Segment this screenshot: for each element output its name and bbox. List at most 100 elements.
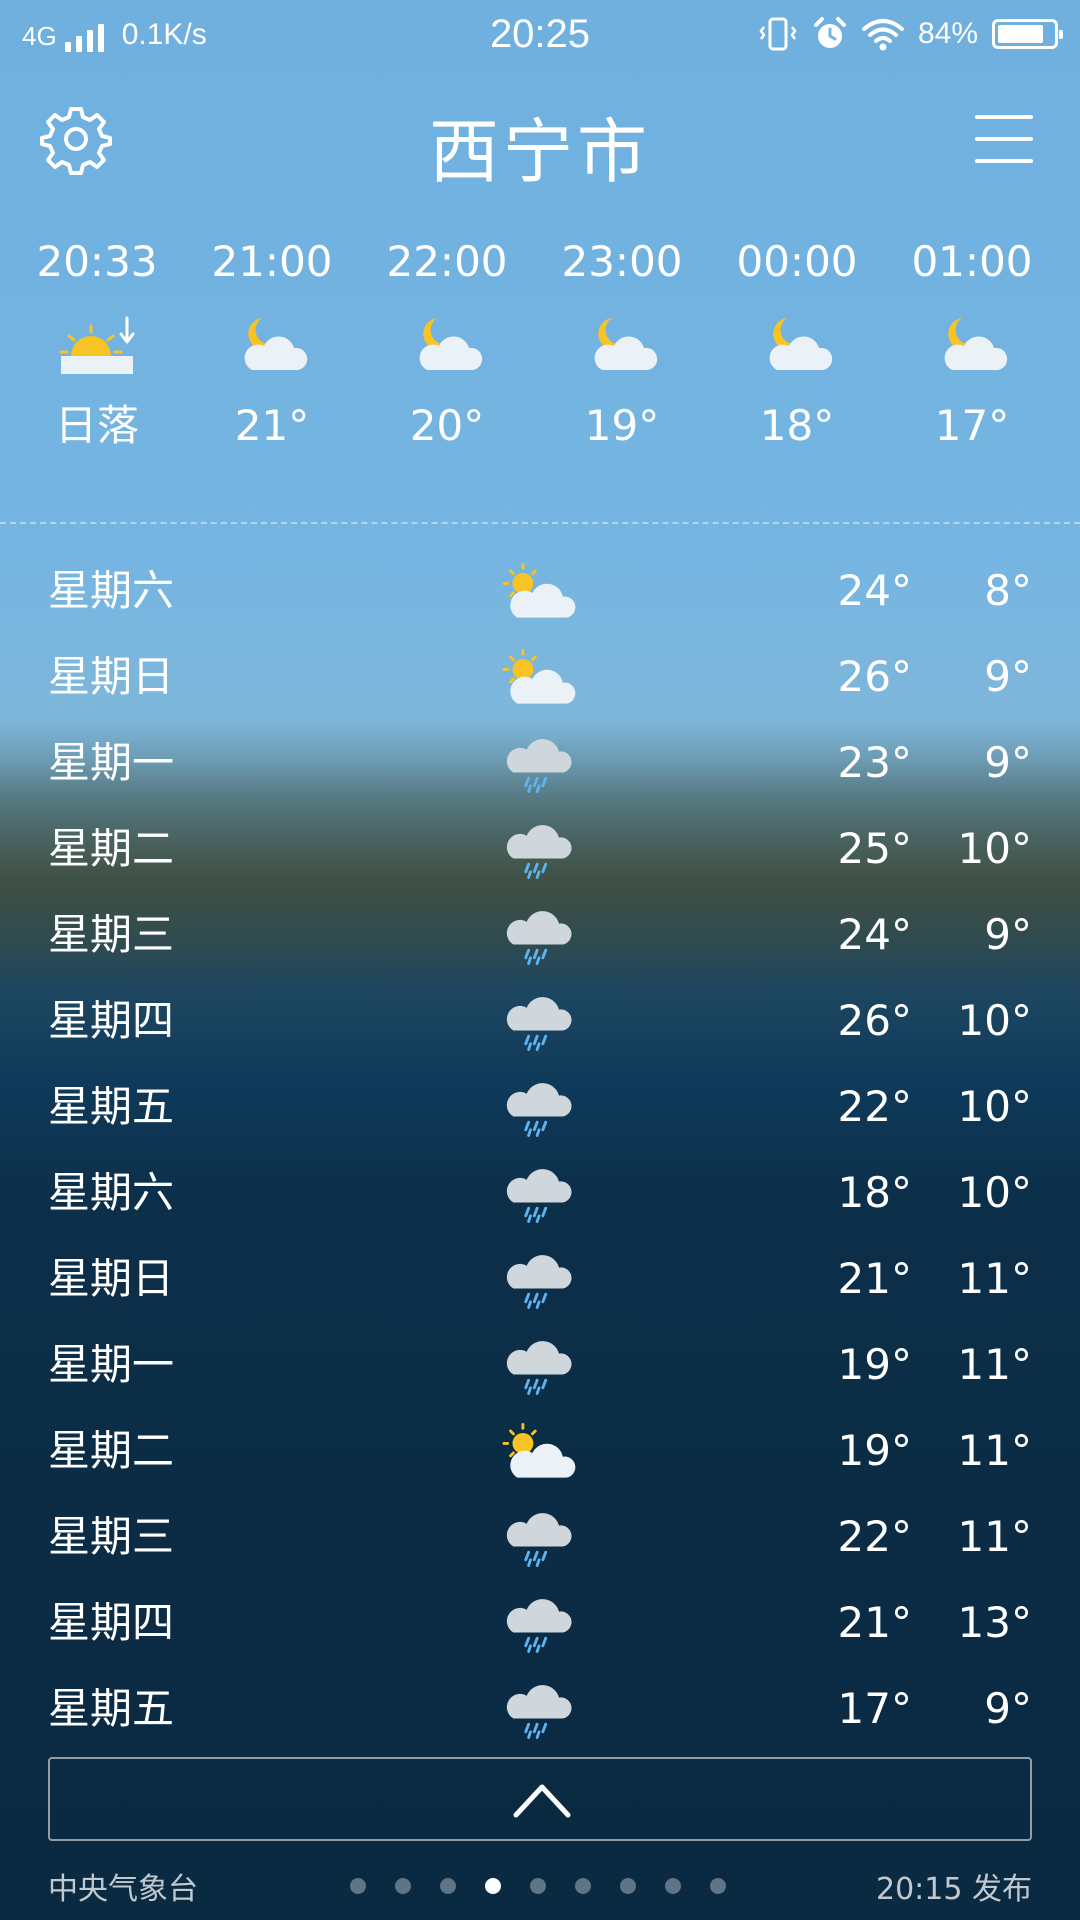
daily-row[interactable]: 星期三 24° 9° (0, 892, 1080, 978)
day-name: 星期三 (48, 1512, 175, 1561)
daily-row[interactable]: 星期三 22° 11° (0, 1494, 1080, 1580)
hour-time: 22:00 (386, 237, 508, 286)
city-title[interactable]: 西宁市 (0, 96, 1080, 197)
day-low-temp: 11° (957, 1426, 1032, 1475)
day-high-temp: 24° (837, 566, 912, 615)
day-high-temp: 22° (837, 1512, 912, 1561)
day-name: 星期六 (48, 1168, 175, 1217)
battery-icon (992, 19, 1063, 49)
section-divider (0, 522, 1080, 524)
daily-row[interactable]: 星期二 25° 10° (0, 806, 1080, 892)
rain-icon (506, 1083, 572, 1137)
footer: 中央气象台 20:15 发布 (0, 1858, 1080, 1908)
battery-nub (1059, 30, 1063, 39)
page-dot[interactable] (350, 1878, 366, 1894)
daily-row[interactable]: 星期一 23° 9° (0, 720, 1080, 806)
day-name: 星期四 (48, 1598, 175, 1647)
page-dot[interactable] (665, 1878, 681, 1894)
day-low-temp: 9° (984, 1684, 1032, 1733)
day-high-temp: 24° (837, 910, 912, 959)
hour-time: 21:00 (211, 237, 333, 286)
page-dot[interactable] (710, 1878, 726, 1894)
hour-temperature: 18° (759, 401, 835, 450)
hourly-item: 22:00 20° (367, 232, 527, 454)
daily-row[interactable]: 星期二 19° 11° (0, 1408, 1080, 1494)
hourly-item: 00:00 18° (717, 232, 877, 454)
hour-temperature: 日落 (54, 401, 139, 450)
day-high-temp: 25° (837, 824, 912, 873)
hourly-item: 20:33 日落 (17, 232, 177, 454)
rain-icon (506, 1599, 572, 1653)
hour-time: 23:00 (561, 237, 683, 286)
day-high-temp: 26° (837, 996, 912, 1045)
daily-row[interactable]: 星期日 26° 9° (0, 634, 1080, 720)
vibrate-icon (759, 17, 797, 51)
day-low-temp: 10° (957, 1082, 1032, 1131)
day-low-temp: 10° (957, 1168, 1032, 1217)
moon-cloud-icon (944, 318, 1008, 370)
daily-row[interactable]: 星期五 22° 10° (0, 1064, 1080, 1150)
menu-icon[interactable] (975, 115, 1033, 163)
page-dot[interactable] (395, 1878, 411, 1894)
day-name: 星期五 (48, 1082, 175, 1131)
partly-cloudy-icon (502, 562, 576, 618)
daily-row[interactable]: 星期一 19° 11° (0, 1322, 1080, 1408)
day-high-temp: 22° (837, 1082, 912, 1131)
page-dot[interactable] (530, 1878, 546, 1894)
day-low-temp: 11° (957, 1254, 1032, 1303)
battery-fill (998, 25, 1043, 43)
page-dot[interactable] (575, 1878, 591, 1894)
day-name: 星期二 (48, 1426, 175, 1475)
day-name: 星期三 (48, 910, 175, 959)
day-name: 星期六 (48, 566, 175, 615)
rain-icon (506, 825, 572, 879)
chevron-up-icon (513, 1784, 571, 1818)
data-source: 中央气象台 (48, 1872, 198, 1907)
rain-icon (506, 1169, 572, 1223)
rain-icon (506, 1341, 572, 1395)
day-low-temp: 10° (957, 824, 1032, 873)
status-bar: 4G 0.1K/s 20:25 84% (0, 0, 1080, 72)
daily-row[interactable]: 星期日 21° 11° (0, 1236, 1080, 1322)
moon-cloud-icon (769, 318, 833, 370)
daily-row[interactable]: 星期六 18° 10° (0, 1150, 1080, 1236)
day-low-temp: 9° (984, 910, 1032, 959)
hourly-item: 23:00 19° (542, 232, 702, 454)
day-name: 星期二 (48, 824, 175, 873)
status-right: 84% (758, 16, 1063, 52)
battery-percent: 84% (917, 17, 978, 50)
day-name: 星期一 (48, 738, 175, 787)
day-high-temp: 19° (837, 1426, 912, 1475)
day-low-temp: 8° (984, 566, 1032, 615)
page-dot[interactable] (440, 1878, 456, 1894)
moon-cloud-icon (419, 318, 483, 370)
hour-time: 00:00 (736, 237, 858, 286)
page-dot[interactable] (485, 1878, 501, 1894)
expand-button[interactable] (48, 1757, 1032, 1841)
day-low-temp: 11° (957, 1512, 1032, 1561)
page-indicator (350, 1878, 730, 1898)
page-dot[interactable] (620, 1878, 636, 1894)
alarm-icon (813, 17, 846, 48)
daily-row[interactable]: 星期六 24° 8° (0, 548, 1080, 634)
sunset-icon (59, 316, 135, 374)
day-high-temp: 17° (837, 1684, 912, 1733)
weather-screen: 4G 0.1K/s 20:25 84% 西宁市 20:33 日落 21:00 2… (0, 0, 1080, 1920)
daily-row[interactable]: 星期四 21° 13° (0, 1580, 1080, 1666)
daily-row[interactable]: 星期五 17° 9° (0, 1666, 1080, 1752)
daily-row[interactable]: 星期四 26° 10° (0, 978, 1080, 1064)
day-low-temp: 10° (957, 996, 1032, 1045)
day-high-temp: 19° (837, 1340, 912, 1389)
rain-icon (506, 997, 572, 1051)
day-low-temp: 11° (957, 1340, 1032, 1389)
day-high-temp: 18° (837, 1168, 912, 1217)
rain-icon (506, 911, 572, 965)
hour-temperature: 21° (234, 401, 310, 450)
moon-cloud-icon (244, 318, 308, 370)
hourly-item: 21:00 21° (192, 232, 352, 454)
day-high-temp: 23° (837, 738, 912, 787)
day-high-temp: 26° (837, 652, 912, 701)
day-low-temp: 13° (957, 1598, 1032, 1647)
moon-cloud-icon (594, 318, 658, 370)
partly-cloudy-icon (502, 1422, 576, 1478)
